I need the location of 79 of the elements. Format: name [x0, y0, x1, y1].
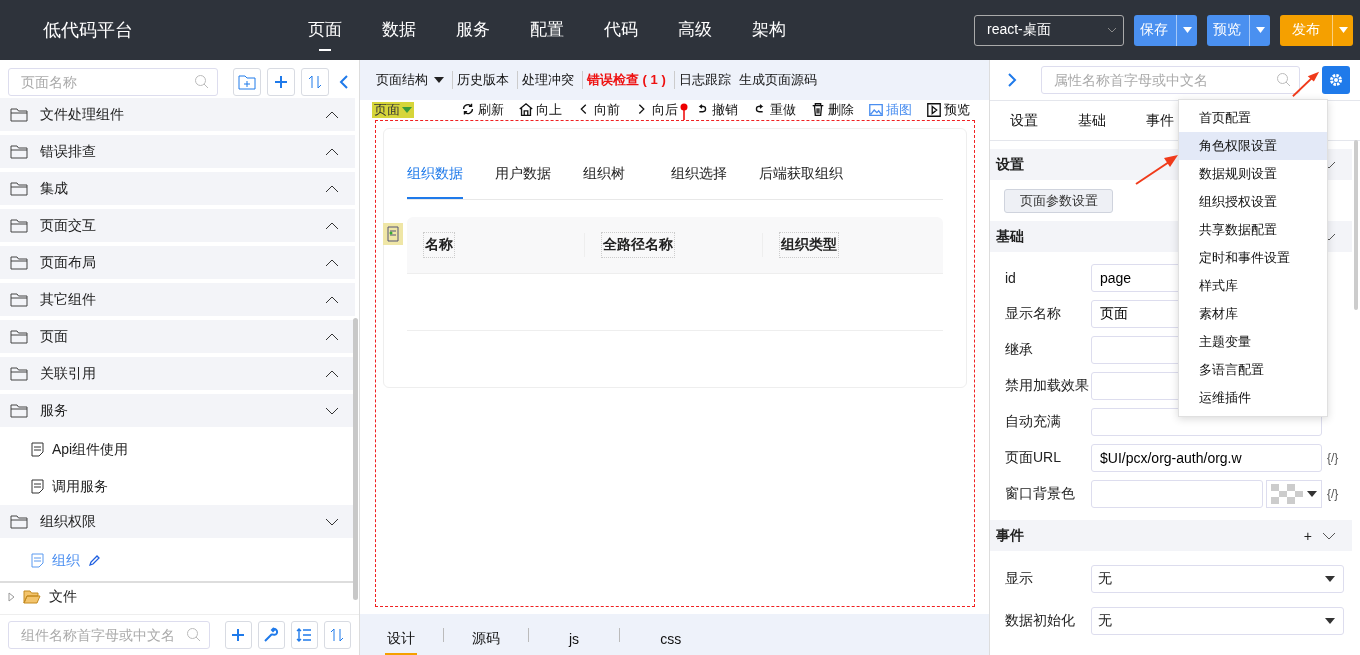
tree-group[interactable]: 关联引用	[0, 357, 355, 390]
menu-item[interactable]: 多语言配置	[1179, 356, 1327, 384]
tab[interactable]: 事件	[1146, 111, 1174, 130]
field-label: 页面URL	[1005, 449, 1062, 467]
page-tag[interactable]: 页面	[372, 102, 414, 118]
tool-button[interactable]: 预览	[926, 100, 970, 120]
tree-group[interactable]: 文件处理组件	[0, 98, 355, 131]
menu-item[interactable]: 组织授权设置	[1179, 188, 1327, 216]
field-label: id	[1005, 270, 1017, 286]
device-select[interactable]: react-桌面	[974, 14, 1124, 46]
tree-group[interactable]: 服务	[0, 394, 355, 427]
nav-tab[interactable]: 架构	[752, 9, 786, 51]
toolbar-link[interactable]: 错误检查 ( 1 )	[582, 71, 670, 89]
search-field[interactable]: 组件名称首字母或中文名	[8, 621, 210, 649]
tree-group[interactable]: 页面交互	[0, 209, 355, 242]
platform-logo: 低代码平台	[43, 19, 134, 42]
tab[interactable]: 组织树	[583, 161, 625, 194]
menu-item[interactable]: 素材库	[1179, 300, 1327, 328]
section-header[interactable]: 事件 +	[990, 520, 1352, 551]
tree-item[interactable]: Api组件使用	[0, 431, 354, 468]
tool-button[interactable]: 刷新	[460, 100, 504, 120]
expression-button[interactable]: {/}	[1327, 487, 1339, 501]
tree-group[interactable]: 其它组件	[0, 283, 355, 316]
tool-button[interactable]: 删除	[810, 100, 854, 120]
tool-button[interactable]: 撤销	[694, 100, 738, 120]
tree-group[interactable]: 集成	[0, 172, 355, 205]
tree-group[interactable]: 页面	[0, 320, 355, 353]
tree-item[interactable]: 调用服务	[0, 468, 354, 505]
tree-group[interactable]: 页面布局	[0, 246, 355, 279]
tab[interactable]: 组织数据	[407, 161, 463, 199]
field-label: 自动充满	[1005, 413, 1062, 431]
page-params-button[interactable]: 页面参数设置	[1004, 189, 1113, 213]
field-label: 窗口背景色	[1005, 485, 1076, 503]
toolbar-link[interactable]: 处理冲突	[517, 71, 578, 89]
tree-group[interactable]: 错误排查	[0, 135, 355, 168]
column-header: 组织类型	[779, 232, 839, 258]
tool-button[interactable]: 插图	[868, 100, 912, 120]
nav-tab[interactable]: 服务	[456, 9, 490, 51]
tab[interactable]: 后端获取组织	[759, 161, 843, 194]
tab[interactable]: 组织选择	[671, 161, 727, 194]
tab[interactable]: 源码	[470, 621, 502, 655]
input-field[interactable]: $UI/pcx/org-auth/org.w	[1091, 444, 1322, 472]
nav-tab[interactable]: 高级	[678, 9, 712, 51]
nav-tab[interactable]: 配置	[530, 9, 564, 51]
tool-button[interactable]: 向前	[576, 100, 620, 120]
field-label: 数据初始化	[1005, 612, 1076, 630]
search-field[interactable]: 页面名称	[8, 68, 218, 96]
menu-item[interactable]: 运维插件	[1179, 384, 1327, 412]
toolbar-link[interactable]: 历史版本	[452, 71, 513, 89]
tree-group[interactable]: 组织权限	[0, 505, 355, 538]
nav-tab[interactable]: 代码	[604, 9, 638, 51]
tab[interactable]: css	[658, 622, 684, 655]
tab[interactable]: 设计	[385, 621, 417, 655]
nav-tab[interactable]: 数据	[382, 9, 416, 51]
menu-item[interactable]: 角色权限设置	[1179, 132, 1327, 160]
tab[interactable]: 基础	[1078, 111, 1106, 130]
toolbar-link[interactable]: 日志跟踪	[673, 71, 735, 89]
field-label: 显示名称	[1005, 305, 1062, 323]
field-label: 禁用加载效果	[1005, 377, 1090, 395]
column-header: 名称	[423, 232, 455, 258]
column-header: 全路径名称	[601, 232, 675, 258]
select-field[interactable]: 无	[1091, 607, 1344, 635]
toolbar-link[interactable]: 生成页面源码	[738, 71, 821, 89]
select-field[interactable]: 无	[1091, 565, 1344, 593]
field-label: 显示	[1005, 570, 1034, 588]
toolbar-link[interactable]: 页面结构	[376, 71, 448, 89]
tool-button[interactable]: 向后	[634, 100, 678, 120]
search-field[interactable]: 属性名称首字母或中文名	[1041, 66, 1300, 94]
tree-item[interactable]: 文件	[0, 581, 354, 611]
tab[interactable]: js	[567, 622, 582, 655]
expression-button[interactable]: {/}	[1327, 451, 1339, 465]
tool-button[interactable]: 向上	[518, 100, 562, 120]
menu-item[interactable]: 首页配置	[1179, 104, 1327, 132]
tool-button[interactable]: 重做	[752, 100, 796, 120]
field-label: 继承	[1005, 341, 1034, 359]
menu-item[interactable]: 样式库	[1179, 272, 1327, 300]
menu-item[interactable]: 主题变量	[1179, 328, 1327, 356]
tab[interactable]: 设置	[1010, 111, 1038, 130]
tab[interactable]: 用户数据	[495, 161, 551, 194]
